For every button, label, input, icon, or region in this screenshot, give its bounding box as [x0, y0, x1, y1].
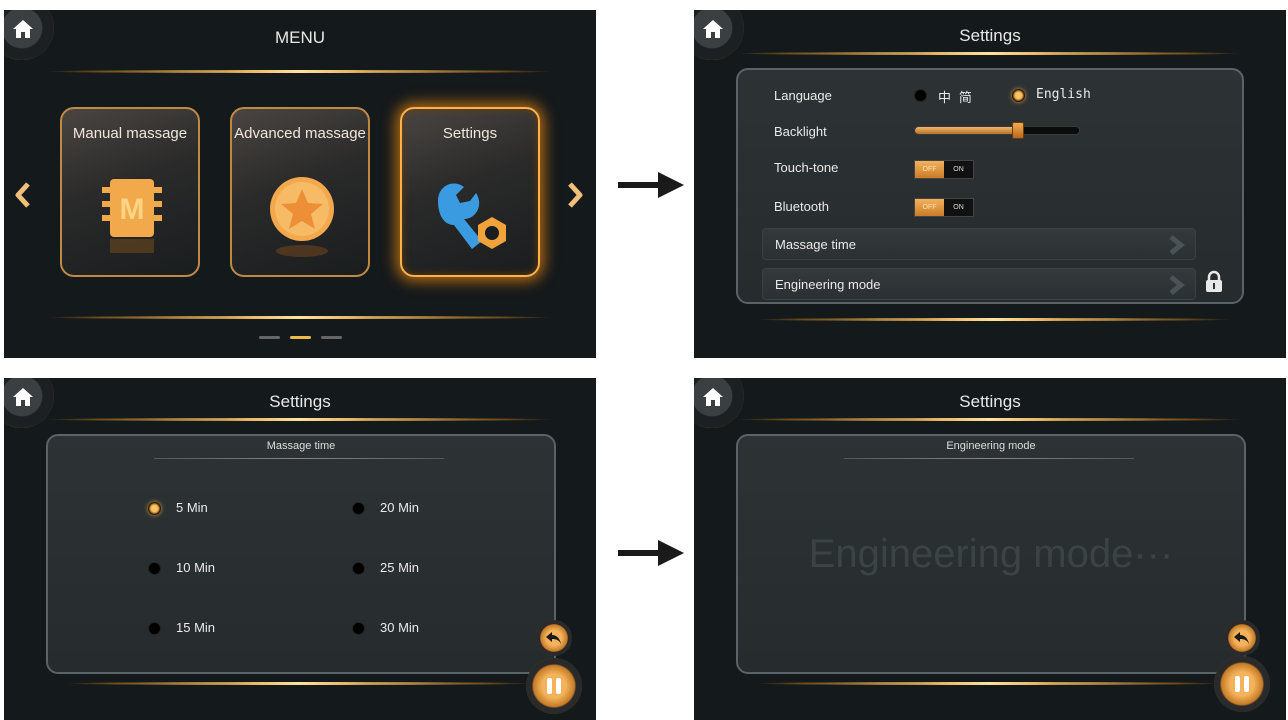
settings-screen: Settings Language 中 简 English Backlight … — [694, 10, 1286, 358]
star-coin-icon — [270, 177, 334, 257]
card-label: Manual massage — [72, 125, 188, 142]
page-title: Settings — [959, 392, 1021, 411]
subtitle-divider — [154, 458, 444, 459]
card-advanced-massage[interactable]: Advanced massage — [230, 107, 370, 277]
pause-button[interactable] — [526, 658, 582, 714]
svg-text:M: M — [120, 193, 145, 226]
back-button[interactable] — [536, 620, 572, 656]
backlight-slider-handle[interactable] — [1012, 122, 1024, 139]
panel-subtitle: Engineering mode — [946, 440, 1036, 452]
pause-button[interactable] — [1214, 656, 1270, 712]
language-radio-english[interactable] — [1012, 89, 1025, 102]
wrench-nut-icon — [438, 183, 506, 249]
bluetooth-toggle[interactable]: OFF ON — [914, 198, 974, 217]
engineering-panel: Engineering mode Engineering mode··· — [736, 434, 1246, 674]
card-settings[interactable]: Settings — [400, 107, 540, 277]
engineering-mode-screen: Settings Engineering mode Engineering mo… — [694, 378, 1286, 720]
time-radio-20[interactable] — [352, 502, 365, 515]
time-radio-5[interactable] — [148, 502, 161, 515]
page-title: MENU — [274, 28, 326, 47]
time-option-30[interactable]: 30 Min — [380, 620, 419, 635]
panel-subtitle: Massage time — [266, 440, 336, 452]
page-dot — [259, 336, 280, 339]
massage-time-label: Massage time — [775, 237, 856, 252]
card-label: Advanced massage — [234, 125, 366, 142]
massage-time-row[interactable]: Massage time — [762, 228, 1196, 260]
footer-divider — [754, 318, 1234, 321]
touch-tone-label: Touch-tone — [774, 160, 839, 175]
time-radio-30[interactable] — [352, 622, 365, 635]
bluetooth-label: Bluetooth — [774, 199, 829, 214]
subtitle-divider — [844, 458, 1134, 459]
toggle-off[interactable]: OFF — [915, 199, 944, 216]
footer-divider — [44, 316, 554, 319]
time-option-10[interactable]: 10 Min — [176, 560, 215, 575]
time-option-5[interactable]: 5 Min — [176, 500, 208, 515]
back-arrow-icon — [1234, 632, 1249, 644]
card-label: Settings — [442, 125, 498, 142]
touch-tone-toggle[interactable]: OFF ON — [914, 160, 974, 179]
page-indicator — [259, 336, 342, 339]
language-radio-chinese[interactable] — [914, 89, 927, 102]
header-divider — [44, 418, 554, 421]
toggle-on[interactable]: ON — [944, 199, 973, 216]
header-divider — [734, 418, 1244, 421]
chevron-right-icon — [1169, 275, 1185, 295]
flow-arrow-icon — [618, 540, 684, 566]
header-divider — [44, 70, 554, 73]
prev-arrow-icon[interactable] — [12, 180, 34, 210]
massage-time-panel: Massage time 5 Min 10 Min 15 Min 20 Min … — [46, 434, 556, 674]
pause-icon — [1235, 676, 1249, 692]
backlight-slider-fill — [915, 127, 1017, 134]
time-radio-15[interactable] — [148, 622, 161, 635]
engineering-placeholder: Engineering mode··· — [808, 532, 1174, 576]
settings-panel: Language 中 简 English Backlight Touch-ton… — [736, 68, 1244, 304]
time-radio-10[interactable] — [148, 562, 161, 575]
toggle-off[interactable]: OFF — [915, 161, 944, 178]
language-option-english[interactable]: English — [1036, 87, 1091, 102]
time-option-25[interactable]: 25 Min — [380, 560, 419, 575]
page-title: Settings — [959, 26, 1021, 45]
time-option-15[interactable]: 15 Min — [176, 620, 215, 635]
page-dot-active — [290, 336, 311, 339]
toggle-on[interactable]: ON — [944, 161, 973, 178]
back-arrow-icon — [546, 632, 561, 644]
card-manual-massage[interactable]: Manual massage M — [60, 107, 200, 277]
footer-divider — [64, 682, 534, 685]
backlight-label: Backlight — [774, 124, 827, 139]
back-button[interactable] — [1224, 620, 1260, 656]
language-option-chinese[interactable]: 中 简 — [938, 87, 972, 106]
time-option-20[interactable]: 20 Min — [380, 500, 419, 515]
header-divider — [734, 52, 1244, 55]
flow-arrow-icon — [618, 172, 684, 198]
footer-divider — [754, 682, 1224, 685]
time-radio-25[interactable] — [352, 562, 365, 575]
chip-m-icon: M — [102, 179, 162, 253]
engineering-mode-row[interactable]: Engineering mode — [762, 268, 1196, 300]
next-arrow-icon[interactable] — [564, 180, 586, 210]
page-dot — [321, 336, 342, 339]
page-title: Settings — [269, 392, 331, 411]
lock-icon — [1206, 270, 1222, 292]
chevron-right-icon — [1169, 235, 1185, 255]
language-label: Language — [774, 88, 832, 103]
backlight-slider[interactable] — [914, 122, 1080, 139]
pause-icon — [547, 678, 561, 694]
menu-screen: MENU Manual massage M Advanced massage S… — [4, 10, 596, 358]
engineering-mode-label: Engineering mode — [775, 277, 881, 292]
massage-time-screen: Settings Massage time 5 Min 10 Min 15 Mi… — [4, 378, 596, 720]
